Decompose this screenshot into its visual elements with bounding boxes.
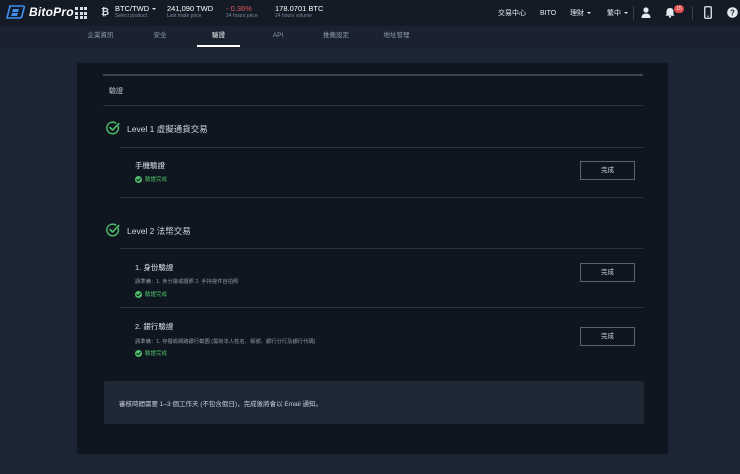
price-change-value: - 0.36% xyxy=(226,4,252,13)
nav-exchange-link[interactable]: 交易中心 xyxy=(498,0,526,26)
identity-verification-title: 1. 身份驗證 xyxy=(135,263,174,272)
bank-verification-done-button[interactable]: 完成 xyxy=(580,327,635,346)
identity-verification-desc: 請準備：1. 身分證或護照 2. 手持證件自拍照 xyxy=(135,279,239,285)
brand-name: BitoPro xyxy=(29,5,74,19)
bank-verification-desc: 請準備：1. 存摺或網路銀行截圖 (需有本人姓名、帳號、銀行分行及銀行代碼) xyxy=(135,339,316,345)
user-icon[interactable] xyxy=(641,7,651,18)
status-label: 驗證完成 xyxy=(145,351,168,357)
success-check-icon xyxy=(135,290,142,298)
price-change-label: 24 hours price xyxy=(226,13,258,19)
apps-grid-icon[interactable] xyxy=(75,7,87,19)
language-label: 繁中 xyxy=(607,10,621,17)
nav-assets-label: 理財 xyxy=(570,10,584,17)
status-label: 驗證完成 xyxy=(145,292,168,298)
card-title: 驗證 xyxy=(109,88,123,95)
pair-label: BTC/TWD xyxy=(115,4,150,13)
tab-company-info[interactable]: 企業資訊 xyxy=(84,26,117,48)
last-price-label: Last trade price xyxy=(167,13,202,19)
nav-bito-link[interactable]: BITO xyxy=(540,0,556,26)
bank-verification-title: 2. 銀行驗證 xyxy=(135,322,174,331)
brand-logo[interactable]: BitoPro xyxy=(6,5,74,19)
volume: 178.0701 BTC 24 hours volume xyxy=(275,4,323,20)
success-check-icon xyxy=(135,175,142,183)
bank-verification-status: 驗證完成 xyxy=(135,349,167,357)
identity-verification-status: 驗證完成 xyxy=(135,290,167,298)
pair-selector[interactable]: BTC/TWD Select product xyxy=(115,4,157,20)
tab-api[interactable]: API xyxy=(264,26,292,48)
mobile-icon[interactable] xyxy=(704,6,712,19)
tab-address[interactable]: 地址管理 xyxy=(379,26,414,48)
review-time-notice: 審核時間需要 1–3 個工作天 (不包含假日)，完成後將會以 Email 通知。 xyxy=(104,381,644,424)
divider xyxy=(120,147,643,148)
review-time-notice-text: 審核時間需要 1–3 個工作天 (不包含假日)，完成後將會以 Email 通知。 xyxy=(119,401,322,408)
divider xyxy=(120,197,643,198)
bitopro-logo-icon xyxy=(6,5,26,19)
divider xyxy=(120,248,643,249)
help-icon[interactable]: ? xyxy=(727,7,738,18)
tab-security[interactable]: 安全 xyxy=(145,26,175,48)
divider xyxy=(633,6,634,20)
last-price-value: 241,090 TWD xyxy=(167,4,214,13)
level2-check-icon xyxy=(106,223,120,237)
card-top-divider xyxy=(103,74,643,76)
chevron-down-icon xyxy=(587,12,591,14)
last-price: 241,090 TWD Last trade price xyxy=(167,4,213,20)
nav-assets-menu[interactable]: 理財 xyxy=(570,0,591,26)
tab-referral[interactable]: 推薦設定 xyxy=(317,26,355,48)
active-tab-indicator xyxy=(197,45,240,47)
bitcoin-icon: ₿ xyxy=(101,7,110,18)
chevron-down-icon xyxy=(152,8,157,11)
volume-value: 178.0701 BTC xyxy=(275,4,324,13)
svg-text:?: ? xyxy=(730,8,735,17)
phone-verification-status: 驗證完成 xyxy=(135,175,167,183)
identity-verification-done-button[interactable]: 完成 xyxy=(580,263,635,282)
level1-check-icon xyxy=(106,121,120,135)
volume-label: 24 hours volume xyxy=(275,13,312,19)
pair-sub-label: Select product xyxy=(115,13,147,19)
level2-title: Level 2 法幣交易 xyxy=(127,226,191,236)
divider xyxy=(103,105,643,106)
verification-card: 驗證 Level 1 虛擬通貨交易 手機驗證 驗證完成 完成 Level 2 法… xyxy=(77,63,668,454)
language-selector[interactable]: 繁中 xyxy=(607,0,628,26)
phone-verification-title: 手機驗證 xyxy=(135,161,165,170)
account-tabs: 企業資訊 安全 驗證 API 推薦設定 地址管理 xyxy=(0,26,740,48)
notification-badge: 15 xyxy=(674,5,684,13)
success-check-icon xyxy=(135,349,142,357)
level1-title: Level 1 虛擬通貨交易 xyxy=(127,124,208,134)
divider xyxy=(120,307,643,308)
status-label: 驗證完成 xyxy=(145,177,168,183)
divider xyxy=(692,6,693,20)
phone-verification-done-button[interactable]: 完成 xyxy=(580,161,635,180)
price-change: - 0.36% 24 hours price xyxy=(226,4,258,20)
top-navigation-bar: BitoPro ₿ BTC/TWD Select product 241,090… xyxy=(0,0,740,26)
chevron-down-icon xyxy=(624,12,628,14)
